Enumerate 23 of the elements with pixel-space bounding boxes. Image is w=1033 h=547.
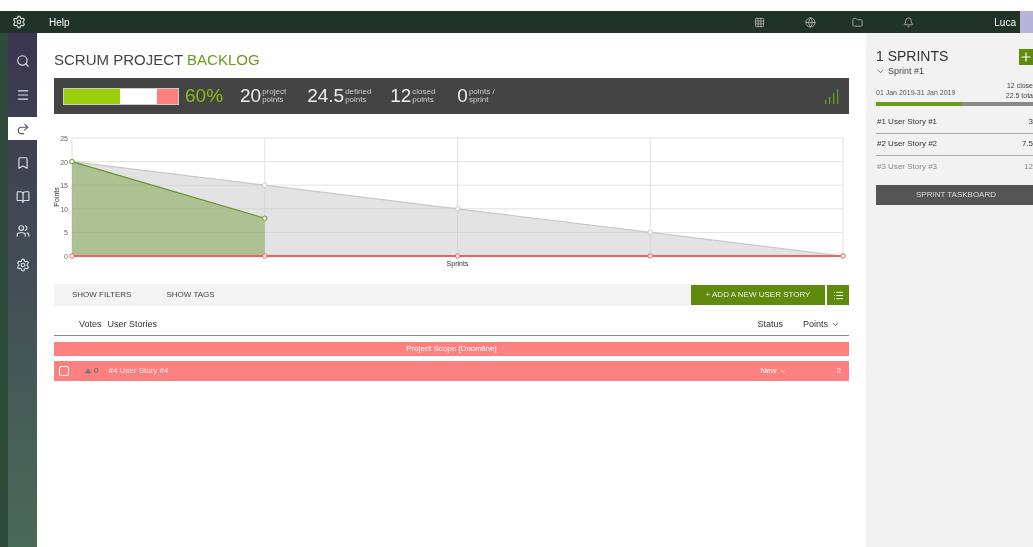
- story-points: 7.5: [1021, 138, 1033, 150]
- sprints-title: 1 SPRINTS: [876, 47, 949, 66]
- stat-label: defined points: [345, 88, 373, 104]
- stat-label: project points: [262, 88, 288, 104]
- column-header: Votes: [79, 317, 102, 331]
- page-title: SCRUM PROJECT BACKLOG: [54, 50, 261, 70]
- column-header: User Stories: [107, 317, 158, 331]
- stat-value: 12: [390, 83, 412, 108]
- story-points: 3: [1028, 116, 1033, 128]
- story-points: 12: [1024, 160, 1033, 173]
- story-name: #3 User Story #3: [877, 160, 938, 173]
- stat-label: closed points: [412, 88, 437, 104]
- story-name: #2 User Story #2: [877, 138, 938, 150]
- vote-count: 0: [94, 365, 99, 377]
- story-points: 2: [836, 365, 841, 377]
- stat-value: 24.5: [307, 83, 345, 108]
- story-name: #1 User Story #1: [877, 116, 938, 128]
- percent-complete: 60%: [185, 83, 224, 108]
- stat-label: points / sprint: [468, 88, 496, 104]
- stat-value: 0: [457, 83, 468, 108]
- doomline-banner: Project Scope [Doomline]: [54, 342, 849, 356]
- column-header: Status: [757, 317, 783, 331]
- stat-value: 20: [240, 83, 262, 108]
